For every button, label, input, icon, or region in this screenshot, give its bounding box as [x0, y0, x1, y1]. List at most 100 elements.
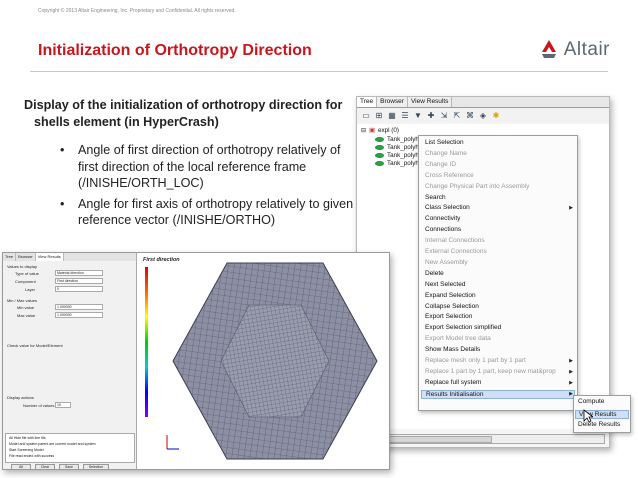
bullet-main: Display of the initialization of orthotr…	[24, 98, 343, 129]
menu-item[interactable]: Change ID	[425, 161, 456, 168]
grid-icon[interactable]: ▦	[387, 111, 397, 121]
menu-item[interactable]: Collapse Selection	[425, 303, 479, 310]
bulb-icon[interactable]: ✱	[491, 111, 501, 121]
slide: Copyright © 2013 Altair Engineering, Inc…	[0, 0, 638, 478]
part-icon[interactable]: ◈	[478, 111, 488, 121]
menu-item[interactable]: List Selection	[425, 139, 464, 146]
section-display: Display actions	[7, 395, 34, 400]
horizontal-scrollbar[interactable]	[361, 434, 605, 444]
menu-item[interactable]: Show Mass Details	[425, 346, 480, 353]
visibility-icon[interactable]	[375, 137, 384, 142]
message-log: All Hide file with line fits Model and s…	[5, 433, 135, 463]
expand-icon[interactable]: ⇲	[439, 111, 449, 121]
menu-item[interactable]: Internal Connections	[425, 237, 485, 244]
title-divider	[30, 71, 608, 72]
section-minmax: Min / Max values	[7, 298, 38, 303]
context-menu: List Selection Change Name Change ID Cross …	[418, 135, 578, 411]
menu-item[interactable]: Export Selection simplified	[425, 324, 501, 331]
list-icon[interactable]: ☰	[400, 111, 410, 121]
menu-item[interactable]: New Assembly	[425, 259, 468, 266]
altair-logo: Altair	[539, 38, 610, 62]
submenu-arrow-icon: ▶	[569, 358, 573, 364]
component-select[interactable]: First direction	[55, 278, 103, 284]
tree-toolbar: ▭ ⊞ ▦ ☰ ▼ ✚ ⇲ ⇱ ⌘ ◈ ✱	[357, 108, 609, 123]
submenu-arrow-icon: ▶	[569, 379, 573, 386]
visibility-icon[interactable]	[375, 145, 384, 150]
menu-item[interactable]: External Connections	[425, 248, 487, 255]
menu-item[interactable]: Next Selected	[425, 281, 465, 288]
menu-item[interactable]: Delete	[425, 270, 444, 277]
tree-row-label: Tank_polyh	[387, 160, 419, 167]
visibility-icon[interactable]	[375, 153, 384, 158]
submenu-item[interactable]: Compute	[578, 398, 604, 405]
menu-item[interactable]: Expand Selection	[425, 292, 476, 299]
type-select[interactable]: Material direction	[55, 270, 103, 276]
hypercrash-window: Tree Browser View Results Values to disp…	[2, 252, 390, 470]
model-icon: ▣	[369, 127, 375, 134]
tab-tree[interactable]: Tree	[357, 97, 378, 107]
menu-item[interactable]: Export Selection	[425, 313, 472, 320]
sub-bullets: Angle of first direction of orthotropy r…	[60, 142, 354, 229]
max-value-input[interactable]: 1.000000	[55, 312, 103, 318]
logo-text: Altair	[563, 39, 610, 60]
menu-item[interactable]: Connections	[425, 226, 461, 233]
menu-item[interactable]: Replace 1 part by 1 part, keep new mat&p…	[425, 368, 556, 375]
selection-button[interactable]: Selection	[83, 464, 109, 469]
component-label: Component	[15, 279, 36, 284]
hc-tab-tree[interactable]: Tree	[3, 253, 17, 261]
copyright-notice: Copyright © 2013 Altair Engineering, Inc…	[38, 8, 236, 14]
layer-label: Layer	[25, 287, 36, 292]
min-label: Min value	[17, 305, 35, 310]
check-label: Check value for Model/Element	[7, 343, 63, 348]
sub-bullet-1: Angle of first direction of orthotropy r…	[60, 142, 354, 192]
visibility-icon[interactable]	[375, 161, 384, 166]
layer-select[interactable]: 0	[55, 286, 103, 292]
log-row: All Hide file with line fits	[9, 436, 46, 440]
hc-tabs: Tree Browser View Results	[3, 253, 136, 261]
tab-view-results[interactable]: View Results	[407, 97, 453, 107]
columns-label: Number of values	[23, 403, 55, 408]
filter-icon[interactable]: ▼	[413, 111, 423, 121]
save-button[interactable]: Save	[59, 464, 79, 469]
hc-tab-view-results[interactable]: View Results	[35, 253, 64, 261]
menu-item[interactable]: Search	[425, 194, 446, 201]
all-button[interactable]: All	[11, 464, 31, 469]
hc-tab-browser[interactable]: Browser	[16, 253, 36, 261]
log-row: File read ended with success	[9, 454, 55, 458]
menu-item[interactable]: Results Initialisation	[421, 389, 575, 399]
submenu-arrow-icon: ▶	[569, 205, 573, 212]
menu-item[interactable]: Class Selection	[425, 204, 470, 211]
slide-title: Initialization of Orthotropy Direction	[38, 42, 312, 59]
collapse-icon[interactable]: ⇱	[452, 111, 462, 121]
altair-logo-icon	[541, 40, 556, 58]
scrollbar-thumb[interactable]	[372, 436, 492, 443]
menu-item[interactable]: Change Name	[425, 150, 467, 157]
menu-item[interactable]: Change Physical Part into Assembly	[425, 183, 529, 190]
columns-input[interactable]: 10	[55, 402, 71, 408]
submenu-arrow-icon: ▶	[569, 368, 573, 375]
type-label: Type of value	[15, 271, 39, 276]
menu-item[interactable]: Export Model tree data	[425, 335, 491, 342]
clear-button[interactable]: Clear	[35, 464, 55, 469]
log-row: Model and system parent are current mode…	[9, 442, 96, 446]
results-submenu: Compute View Results Delete Results	[573, 395, 631, 433]
pin-icon[interactable]: ✚	[426, 111, 436, 121]
graphics-viewport[interactable]: First direction	[139, 253, 389, 469]
menu-item[interactable]: Replace mesh only 1 part by 1 part	[425, 357, 526, 364]
tree-row-part[interactable]: Tank_polyh	[375, 144, 419, 151]
log-row: Start Screening Model	[9, 448, 44, 452]
menu-item[interactable]: Connectivity	[425, 215, 460, 222]
sub-bullet-2: Angle for first axis of orthotropy relat…	[60, 196, 354, 229]
mouse-cursor-icon	[583, 409, 593, 423]
tree-row-part[interactable]: Tank_polyh	[375, 160, 419, 167]
tree-icon[interactable]: ⊞	[374, 111, 384, 121]
collapse-toggle-icon[interactable]: ⊟	[361, 127, 366, 134]
menu-item[interactable]: Cross Reference	[425, 172, 474, 179]
tree-row-part[interactable]: Tank_polyh	[375, 152, 419, 159]
folder-icon[interactable]: ▭	[361, 111, 371, 121]
network-icon[interactable]: ⌘	[465, 111, 475, 121]
menu-item[interactable]: Replace full system	[425, 379, 481, 386]
tab-browser[interactable]: Browser	[377, 97, 408, 107]
tree-row-root[interactable]: ⊟ ▣ expl (0)	[361, 127, 399, 134]
min-value-input[interactable]: 1.000000	[55, 304, 103, 310]
